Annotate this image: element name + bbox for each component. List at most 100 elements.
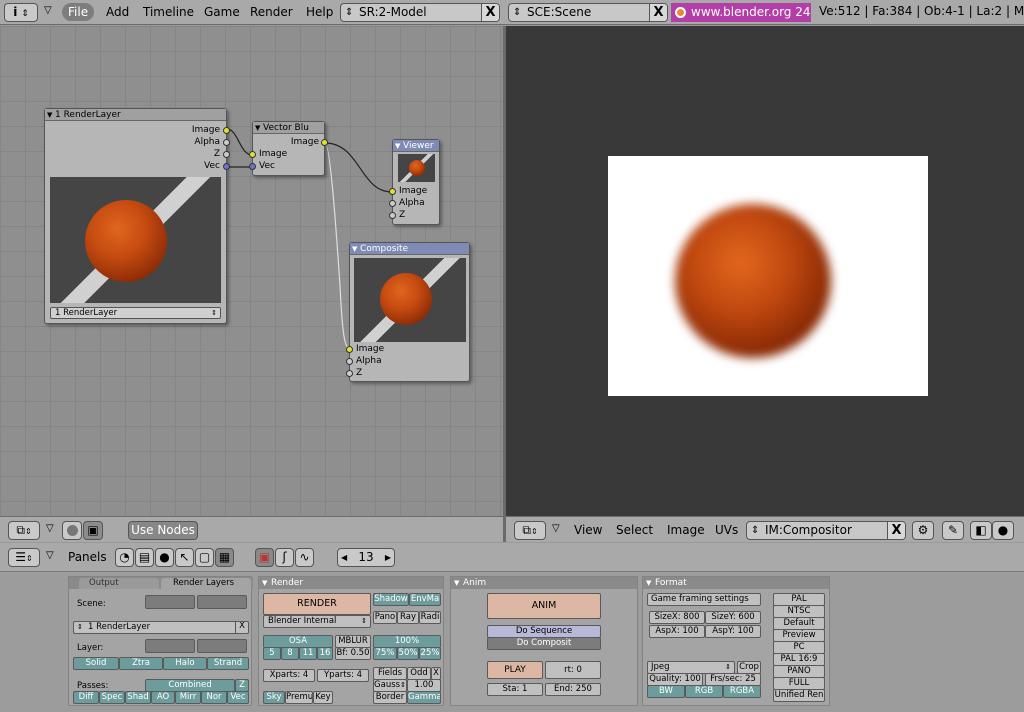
shading-context-button[interactable]: ● — [155, 548, 174, 567]
composite-input-image-socket[interactable] — [346, 346, 353, 353]
menu-image[interactable]: Image — [661, 521, 711, 539]
composite-nodes-button[interactable]: ▣ — [83, 521, 103, 540]
aspy-field[interactable]: AspY: 100 — [705, 625, 761, 638]
radio-toggle[interactable]: Radi — [419, 611, 441, 624]
key-toggle[interactable]: Key — [313, 691, 333, 704]
close-screen-button[interactable]: X — [481, 4, 499, 21]
bf-field[interactable]: Bf: 0.50 — [335, 647, 371, 660]
image-selector[interactable]: ⇕ IM:Compositor X — [746, 521, 906, 540]
render-panel-title[interactable]: Render — [259, 577, 443, 589]
paint-button[interactable]: ✎ — [942, 521, 964, 540]
size-75-toggle[interactable]: 75% — [373, 647, 397, 660]
sync-button[interactable]: ● — [992, 521, 1014, 540]
viewer-node-title[interactable]: Viewer — [393, 140, 439, 152]
viewer-input-alpha-socket[interactable] — [389, 200, 396, 207]
size-25-toggle[interactable]: 25% — [419, 647, 441, 660]
render-subcontext-button[interactable]: ▣ — [255, 548, 274, 567]
yparts-field[interactable]: Yparts: 4 — [317, 669, 369, 682]
editor-type-button[interactable]: ⧉⇕ — [8, 521, 40, 540]
output-alpha-socket[interactable] — [223, 139, 230, 146]
pass-spec-toggle[interactable]: Spec — [99, 691, 125, 704]
size-50-toggle[interactable]: 50% — [397, 647, 419, 660]
format-panel-title[interactable]: Format — [643, 577, 829, 589]
layer-strand-toggle[interactable]: Strand — [207, 657, 249, 670]
pass-vec-toggle[interactable]: Vec — [227, 691, 249, 704]
logic-context-button[interactable]: ◔ — [115, 548, 134, 567]
osa-8-toggle[interactable]: 8 — [281, 647, 299, 660]
renderlayer-layers-grid-a[interactable] — [145, 639, 195, 653]
premul-toggle[interactable]: Premul — [285, 691, 313, 704]
output-vec-socket[interactable] — [223, 163, 230, 170]
pass-nor-toggle[interactable]: Nor — [201, 691, 227, 704]
unified-renderer-toggle[interactable]: Unified Ren — [773, 689, 825, 702]
composite-input-alpha-socket[interactable] — [346, 358, 353, 365]
use-nodes-toggle[interactable]: Use Nodes — [128, 521, 198, 540]
osa-5-toggle[interactable]: 5 — [263, 647, 281, 660]
scene-layers-grid-a[interactable] — [145, 595, 195, 609]
collapse-triangle-icon[interactable]: ▽ — [552, 523, 560, 534]
border-toggle[interactable]: Border — [373, 691, 407, 704]
start-frame-field[interactable]: Sta: 1 — [487, 683, 543, 696]
vb-input-image-socket[interactable] — [249, 151, 256, 158]
pass-diff-toggle[interactable]: Diff — [73, 691, 99, 704]
sizey-field[interactable]: SizeY: 600 — [705, 611, 761, 624]
editor-type-button[interactable]: ☰⇕ — [8, 548, 40, 567]
composite-node[interactable]: Composite Image Alpha Z — [346, 242, 470, 382]
menu-select[interactable]: Select — [610, 521, 659, 539]
vectorblur-node-title[interactable]: Vector Blu — [253, 122, 324, 134]
collapse-triangle-icon[interactable]: ▽ — [44, 5, 52, 16]
viewer-input-image-socket[interactable] — [389, 188, 396, 195]
menu-game[interactable]: Game — [198, 3, 246, 21]
osa-11-toggle[interactable]: 11 — [299, 647, 317, 660]
material-nodes-button[interactable] — [62, 521, 82, 540]
renderlayer-select[interactable]: 1 RenderLayer ⇕ — [50, 307, 221, 319]
pano-toggle[interactable]: Pano — [373, 611, 397, 624]
envmap-toggle[interactable]: EnvMa — [409, 593, 441, 606]
tab-render-layers[interactable]: Render Layers — [161, 578, 251, 589]
gamma-toggle[interactable]: Gamma — [407, 691, 441, 704]
menu-render[interactable]: Render — [244, 3, 299, 21]
close-image-button[interactable]: X — [887, 522, 905, 539]
delete-renderlayer-button[interactable]: X — [235, 622, 248, 633]
scene-layers-grid-b[interactable] — [197, 595, 247, 609]
rgb-toggle[interactable]: RGB — [685, 685, 723, 698]
window-type-button[interactable]: i ⇕ — [4, 3, 38, 22]
editor-type-button[interactable]: ⧉⇕ — [514, 521, 546, 540]
rt-field[interactable]: rt: 0 — [545, 661, 601, 679]
osa-16-toggle[interactable]: 16 — [317, 647, 333, 660]
anim-button[interactable]: ANIM — [487, 593, 601, 619]
renderlayer-node[interactable]: 1 RenderLayer Image Alpha Z Vec 1 Render… — [44, 108, 230, 324]
image-properties-button[interactable]: ⚙ — [912, 521, 934, 540]
menu-view[interactable]: View — [568, 521, 608, 539]
ray-toggle[interactable]: Ray — [397, 611, 419, 624]
object-context-button[interactable]: ↖ — [175, 548, 194, 567]
composite-input-z-socket[interactable] — [346, 370, 353, 377]
layer-ztra-toggle[interactable]: Ztra — [119, 657, 163, 670]
render-button[interactable]: RENDER — [263, 593, 371, 615]
scene-context-button[interactable]: ▦ — [215, 548, 234, 567]
bw-toggle[interactable]: BW — [647, 685, 685, 698]
frame-number-field[interactable]: ◀ 13 ▶ — [337, 548, 395, 567]
viewer-input-z-socket[interactable] — [389, 212, 396, 219]
layer-halo-toggle[interactable]: Halo — [163, 657, 207, 670]
collapse-triangle-icon[interactable]: ▽ — [46, 550, 54, 561]
shadow-toggle[interactable]: Shadow — [373, 593, 409, 606]
pass-ao-toggle[interactable]: AO — [151, 691, 175, 704]
pass-mirr-toggle[interactable]: Mirr — [175, 691, 201, 704]
menu-uvs[interactable]: UVs — [709, 521, 744, 539]
vectorblur-node[interactable]: Vector Blu Image Image Vec — [249, 121, 328, 176]
anim-subcontext-button[interactable]: ʃ — [275, 548, 294, 567]
renderlayer-node-title[interactable]: 1 RenderLayer — [45, 109, 226, 121]
output-z-socket[interactable] — [223, 151, 230, 158]
sky-toggle[interactable]: Sky — [263, 691, 285, 704]
renderlayer-field[interactable]: ⇕ 1 RenderLayer X — [73, 621, 249, 634]
render-engine-select[interactable]: Blender Internal ⇕ — [263, 615, 371, 628]
composite-node-title[interactable]: Composite — [350, 243, 469, 255]
collapse-triangle-icon[interactable]: ▽ — [46, 523, 54, 534]
output-image-socket[interactable] — [223, 127, 230, 134]
aspx-field[interactable]: AspX: 100 — [649, 625, 705, 638]
vb-input-vec-socket[interactable] — [249, 163, 256, 170]
renderlayer-layers-grid-b[interactable] — [197, 639, 247, 653]
scene-selector[interactable]: ⇕ SCE:Scene X — [508, 3, 668, 22]
game-framing-button[interactable]: Game framing settings — [647, 593, 761, 606]
